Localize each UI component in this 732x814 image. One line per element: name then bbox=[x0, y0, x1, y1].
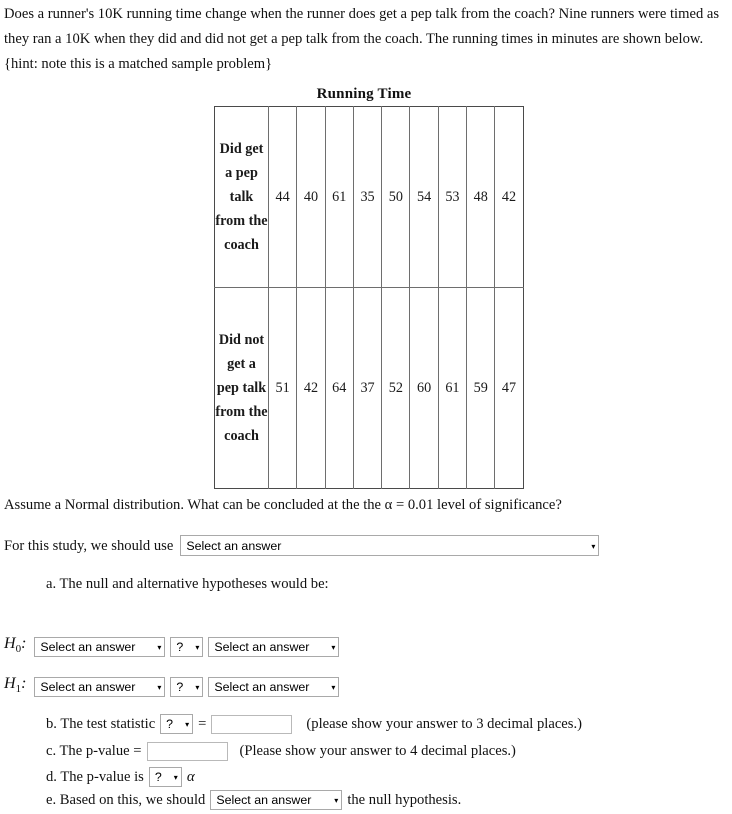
study-test-select[interactable]: Select an answer ▾ bbox=[180, 535, 600, 556]
row-label-got-pep-talk: Did get a pep talk from the coach bbox=[214, 106, 269, 288]
chevron-down-icon: ▾ bbox=[195, 642, 200, 652]
table-cell: 53 bbox=[437, 106, 468, 288]
running-time-table-block: Running Time Did get a pep talk from the… bbox=[214, 85, 524, 489]
table-cell: 52 bbox=[381, 287, 411, 489]
row-label-no-pep-talk: Did not get a pep talk from the coach bbox=[214, 287, 269, 489]
table-cell: 47 bbox=[494, 287, 524, 489]
table-cell: 37 bbox=[352, 287, 383, 489]
h0-value-select[interactable]: Select an answer ▾ bbox=[208, 636, 340, 657]
study-test-row: For this study, we should use Select an … bbox=[4, 535, 600, 556]
study-test-label: For this study, we should use bbox=[4, 537, 174, 554]
h1-parameter-select[interactable]: Select an answer ▾ bbox=[34, 676, 166, 697]
h1-label: H1: bbox=[4, 675, 27, 696]
table-cell: 64 bbox=[324, 287, 354, 489]
chevron-down-icon: ▾ bbox=[185, 720, 190, 729]
h1-operator-value: ? bbox=[176, 679, 184, 694]
chevron-down-icon: ▾ bbox=[591, 541, 596, 551]
problem-statement: Does a runner's 10K running time change … bbox=[4, 6, 720, 72]
table-cell: 35 bbox=[352, 106, 383, 288]
part-b-hint: (please show your answer to 3 decimal pl… bbox=[306, 716, 582, 732]
chevron-down-icon: ▾ bbox=[195, 682, 200, 692]
h0-parameter-select[interactable]: Select an answer ▾ bbox=[34, 636, 166, 657]
chevron-down-icon: ▾ bbox=[334, 796, 339, 805]
table-cell: 59 bbox=[466, 287, 496, 489]
equals-sign: = bbox=[198, 716, 207, 732]
h0-label: H0: bbox=[4, 635, 27, 656]
h1-parameter-value: Select an answer bbox=[40, 679, 136, 694]
table-cell: 60 bbox=[409, 287, 439, 489]
h0-operator-select[interactable]: ? ▾ bbox=[170, 636, 204, 657]
part-c-row: c. The p-value = (Please show your answe… bbox=[46, 741, 516, 761]
h0-value-text: Select an answer bbox=[214, 639, 310, 654]
table-cell: 61 bbox=[437, 287, 468, 489]
table-cell: 48 bbox=[466, 106, 496, 288]
h0-operator-value: ? bbox=[176, 639, 184, 654]
chevron-down-icon: ▾ bbox=[157, 682, 162, 692]
table-title: Running Time bbox=[316, 86, 412, 102]
table-cell: 42 bbox=[296, 287, 326, 489]
part-b-row: b. The test statistic ? ▾ = (please show… bbox=[46, 714, 582, 734]
part-b-label: b. The test statistic bbox=[46, 716, 156, 732]
table-cell: 54 bbox=[409, 106, 439, 288]
table-cell: 51 bbox=[267, 287, 298, 489]
running-time-table: Did get a pep talk from the coach 44 40 … bbox=[214, 106, 524, 489]
p-value-comparison-value: ? bbox=[154, 770, 162, 784]
table-cell: 40 bbox=[296, 106, 326, 288]
table-cell: 61 bbox=[324, 106, 354, 288]
part-e-label: e. Based on this, we should bbox=[46, 792, 206, 808]
part-e-row: e. Based on this, we should Select an an… bbox=[46, 790, 461, 810]
p-value-input[interactable] bbox=[146, 741, 228, 761]
part-c-label: c. The p-value = bbox=[46, 743, 142, 759]
p-value-comparison-select[interactable]: ? ▾ bbox=[148, 767, 182, 787]
table-cell: 50 bbox=[381, 106, 411, 288]
assumption-text: Assume a Normal distribution. What can b… bbox=[4, 497, 562, 513]
h0-parameter-value: Select an answer bbox=[40, 639, 136, 654]
h1-value-text: Select an answer bbox=[214, 679, 310, 694]
table-row: Did get a pep talk from the coach 44 40 … bbox=[214, 106, 524, 288]
chevron-down-icon: ▾ bbox=[157, 642, 162, 652]
chevron-down-icon: ▾ bbox=[331, 682, 336, 692]
test-statistic-input[interactable] bbox=[211, 714, 293, 734]
chevron-down-icon: ▾ bbox=[331, 642, 336, 652]
study-test-select-value: Select an answer bbox=[186, 538, 282, 553]
test-statistic-symbol-value: ? bbox=[166, 717, 174, 731]
chevron-down-icon: ▾ bbox=[173, 773, 178, 782]
alternative-hypothesis-row: H1: Select an answer ▾ ? ▾ Select an ans… bbox=[4, 674, 340, 699]
null-hypothesis-row: H0: Select an answer ▾ ? ▾ Select an ans… bbox=[4, 634, 340, 659]
part-a-text: a. The null and alternative hypotheses w… bbox=[46, 576, 329, 592]
table-row: Did not get a pep talk from the coach 51… bbox=[214, 287, 524, 489]
test-statistic-symbol-select[interactable]: ? ▾ bbox=[160, 714, 194, 734]
conclusion-value: Select an answer bbox=[216, 793, 312, 807]
part-d-row: d. The p-value is ? ▾ α bbox=[46, 767, 195, 787]
h1-operator-select[interactable]: ? ▾ bbox=[170, 676, 204, 697]
part-c-hint: (Please show your answer to 4 decimal pl… bbox=[239, 743, 516, 759]
part-d-label: d. The p-value is bbox=[46, 769, 144, 785]
table-cell: 42 bbox=[494, 106, 524, 288]
table-cell: 44 bbox=[267, 106, 298, 288]
conclusion-select[interactable]: Select an answer ▾ bbox=[210, 790, 343, 810]
h1-value-select[interactable]: Select an answer ▾ bbox=[208, 676, 340, 697]
alpha-symbol: α bbox=[186, 769, 195, 785]
part-e-suffix: the null hypothesis. bbox=[347, 792, 462, 808]
